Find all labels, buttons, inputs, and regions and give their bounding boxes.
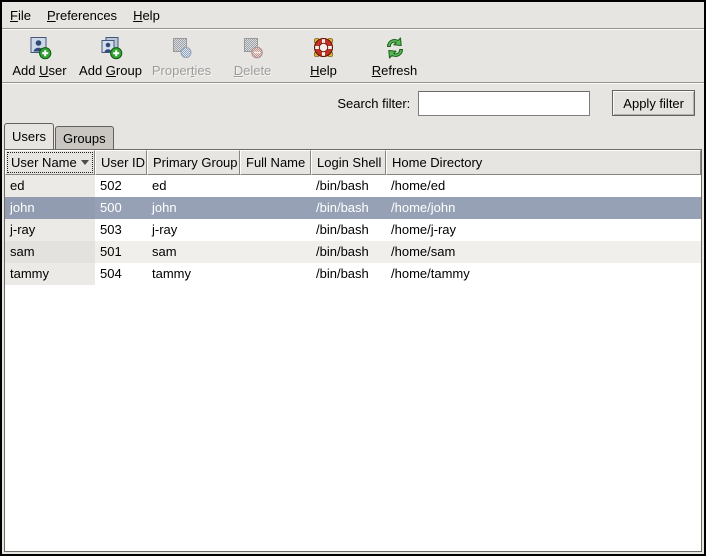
tab-bar: Users Groups: [4, 123, 115, 149]
apply-filter-button[interactable]: Apply filter: [612, 90, 695, 116]
column-header-user-name[interactable]: User Name: [5, 150, 95, 175]
search-filter-input[interactable]: [418, 91, 590, 116]
menu-preferences[interactable]: Preferences: [39, 4, 125, 27]
search-filter-label: Search filter:: [337, 96, 410, 111]
column-header-home-directory[interactable]: Home Directory: [386, 150, 701, 175]
add-user-button[interactable]: Add User: [4, 30, 75, 82]
properties-icon: [170, 34, 194, 62]
table-body: ed 502 ed /bin/bash /home/ed john 500 jo…: [5, 175, 701, 285]
menubar: File Preferences Help: [2, 2, 704, 28]
add-group-icon: [99, 34, 123, 62]
add-user-label: Add User: [12, 63, 66, 78]
table-row[interactable]: ed 502 ed /bin/bash /home/ed: [5, 175, 701, 197]
toolbar: Add User Add Group: [4, 30, 430, 82]
add-user-icon: [28, 34, 52, 62]
menu-file[interactable]: File: [2, 4, 39, 27]
users-table: User Name User ID Primary Group Full Nam…: [4, 149, 702, 552]
table-row[interactable]: tammy 504 tammy /bin/bash /home/tammy: [5, 263, 701, 285]
refresh-icon: [383, 34, 407, 62]
search-filter-row: Search filter: Apply filter: [2, 84, 695, 122]
column-header-primary-group[interactable]: Primary Group: [147, 150, 240, 175]
column-header-login-shell[interactable]: Login Shell: [311, 150, 386, 175]
delete-label: Delete: [234, 63, 272, 78]
table-row[interactable]: j-ray 503 j-ray /bin/bash /home/j-ray: [5, 219, 701, 241]
help-icon: [312, 34, 336, 62]
column-header-full-name[interactable]: Full Name: [240, 150, 311, 175]
add-group-label: Add Group: [79, 63, 142, 78]
properties-label: Properties: [152, 63, 211, 78]
sort-arrow-down-icon: [81, 160, 89, 165]
user-manager-window: File Preferences Help Add User: [0, 0, 706, 556]
menu-help[interactable]: Help: [125, 4, 168, 27]
table-row-selected[interactable]: john 500 john /bin/bash /home/john: [5, 197, 701, 219]
tab-groups[interactable]: Groups: [55, 126, 114, 149]
table-row[interactable]: sam 501 sam /bin/bash /home/sam: [5, 241, 701, 263]
tab-users[interactable]: Users: [4, 123, 54, 149]
column-header-user-id[interactable]: User ID: [95, 150, 147, 175]
delete-button[interactable]: Delete: [217, 30, 288, 82]
refresh-label: Refresh: [372, 63, 418, 78]
properties-button[interactable]: Properties: [146, 30, 217, 82]
help-button[interactable]: Help: [288, 30, 359, 82]
table-header: User Name User ID Primary Group Full Nam…: [5, 150, 701, 175]
refresh-button[interactable]: Refresh: [359, 30, 430, 82]
delete-icon: [241, 34, 265, 62]
help-label: Help: [310, 63, 337, 78]
add-group-button[interactable]: Add Group: [75, 30, 146, 82]
